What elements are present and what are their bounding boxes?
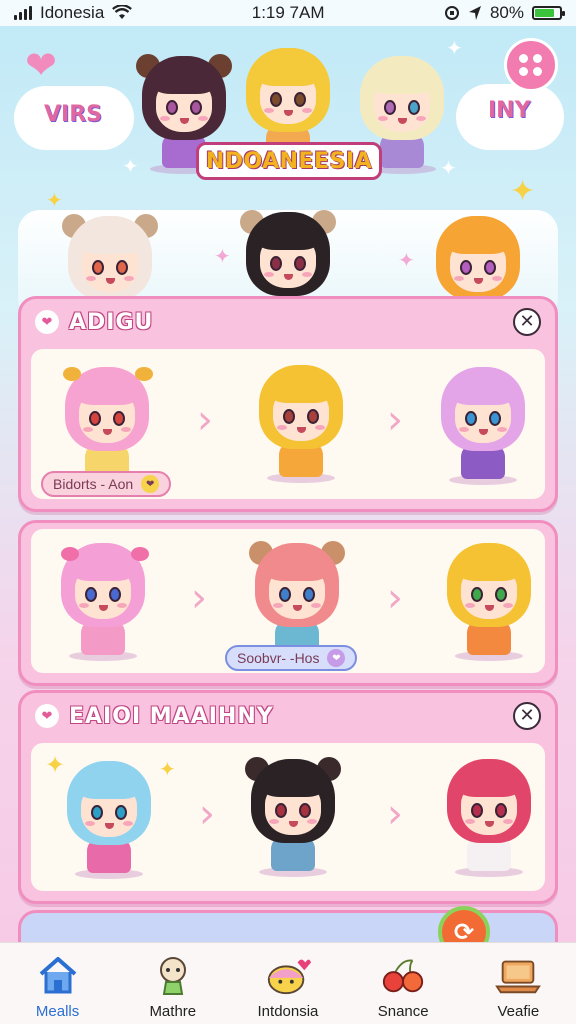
heart-icon: ❤ [141, 475, 160, 493]
card-header: ❤ EAIOI MAAIHNY ✕ [21, 693, 555, 739]
heart-icon: ❤ [35, 704, 59, 728]
header: VIRS INY ❤ ✦ ✦ ✦ ✦ ✦ NDOANEESIA [0, 26, 576, 212]
sparkle-icon: ✦ [46, 188, 63, 212]
arrow-right-icon: › [387, 575, 403, 621]
heart-icon: ❤ [35, 310, 59, 334]
tab-bar: Mealls Mathre Intdonsia Snance Veafie [0, 942, 576, 1024]
signal-icon [14, 6, 32, 20]
clock: 1:19 7AM [251, 3, 325, 22]
mascot-icon [265, 953, 311, 997]
tab-label: Veafie [497, 1003, 540, 1020]
card-title: EAIOI MAAIHNY [69, 703, 274, 729]
evolution-card[interactable]: ❤ ADIGU ✕ › › Bidorts - Aon ❤ [18, 296, 558, 512]
pill-label: Bidorts - Aon [53, 476, 134, 492]
character-avatar[interactable] [61, 759, 157, 879]
sparkle-icon: ✦ [45, 751, 66, 779]
character-avatar[interactable] [249, 541, 345, 661]
character-avatar[interactable] [59, 365, 155, 485]
cherries-icon [380, 953, 426, 997]
location-icon [468, 6, 481, 20]
evolution-card[interactable]: › › Soobvr- -Hos ❤ [18, 520, 558, 686]
arrow-right-icon: › [199, 791, 215, 837]
close-icon: ✕ [519, 311, 535, 332]
sparkle-icon: ✦ [398, 248, 415, 272]
heart-button[interactable]: ❤ [18, 42, 64, 88]
close-button[interactable]: ✕ [513, 308, 541, 336]
arrow-right-icon: › [197, 397, 213, 443]
close-button[interactable]: ✕ [513, 702, 541, 730]
character-icon [150, 953, 196, 997]
tab-label: Snance [377, 1003, 429, 1020]
heart-icon: ❤ [327, 649, 346, 667]
home-icon [35, 953, 81, 997]
tab-label: Mealls [35, 1003, 80, 1020]
sparkle-icon: ✦ [214, 244, 231, 268]
tab-mathre[interactable]: Mathre [123, 953, 223, 1020]
tab-intdonsia[interactable]: Intdonsia [238, 953, 338, 1020]
carrier-name: Idonesia [40, 3, 105, 22]
tab-mealls[interactable]: Mealls [8, 953, 108, 1020]
card-body: › › Soobvr- -Hos ❤ [31, 529, 545, 673]
stage-pill[interactable]: Soobvr- -Hos ❤ [225, 645, 358, 671]
wifi-icon [112, 5, 133, 19]
sparkle-icon: ✦ [510, 174, 536, 209]
character-avatar[interactable] [435, 365, 531, 485]
tab-snance[interactable]: Snance [353, 953, 453, 1020]
cloud-right-text: INY [488, 98, 531, 123]
lock-rotation-icon [444, 6, 459, 20]
close-icon: ✕ [519, 705, 535, 726]
arrow-right-icon: › [387, 397, 403, 443]
laptop-icon [495, 953, 542, 997]
tab-label: Intdonsia [257, 1003, 319, 1020]
card-title: ADIGU [69, 309, 154, 335]
card-body: › › Bidorts - Aon ❤ [31, 349, 545, 499]
heart-icon: ❤ [25, 43, 57, 87]
stage-pill[interactable]: Bidorts - Aon ❤ [41, 471, 172, 497]
character-avatar[interactable] [253, 363, 349, 483]
tab-label: Mathre [149, 1003, 197, 1020]
character-avatar[interactable] [245, 757, 341, 877]
card-body: › › ✦ ✦ [31, 743, 545, 891]
evolution-card[interactable]: ❤ EAIOI MAAIHNY ✕ › › ✦ ✦ [18, 690, 558, 904]
battery-percent: 80% [489, 3, 524, 22]
status-bar: Idonesia 1:19 7AM 80% [0, 0, 576, 26]
grid-dots-icon [519, 54, 543, 76]
menu-button[interactable] [504, 38, 558, 92]
character-avatar[interactable] [55, 541, 151, 661]
sparkle-icon: ✦ [159, 757, 176, 781]
app-title-banner: NDOANEESIA [196, 142, 382, 180]
card-header: ❤ ADIGU ✕ [21, 299, 555, 345]
tab-veafie[interactable]: Veafie [468, 953, 568, 1020]
character-avatar[interactable] [441, 757, 537, 877]
character-avatar[interactable] [441, 541, 537, 661]
pill-label: Soobvr- -Hos [237, 650, 320, 666]
arrow-right-icon: › [387, 791, 403, 837]
app-title: NDOANEESIA [205, 148, 373, 174]
cloud-left-text: VIRS [44, 102, 102, 127]
battery-icon [531, 6, 565, 20]
arrow-right-icon: › [191, 575, 207, 621]
